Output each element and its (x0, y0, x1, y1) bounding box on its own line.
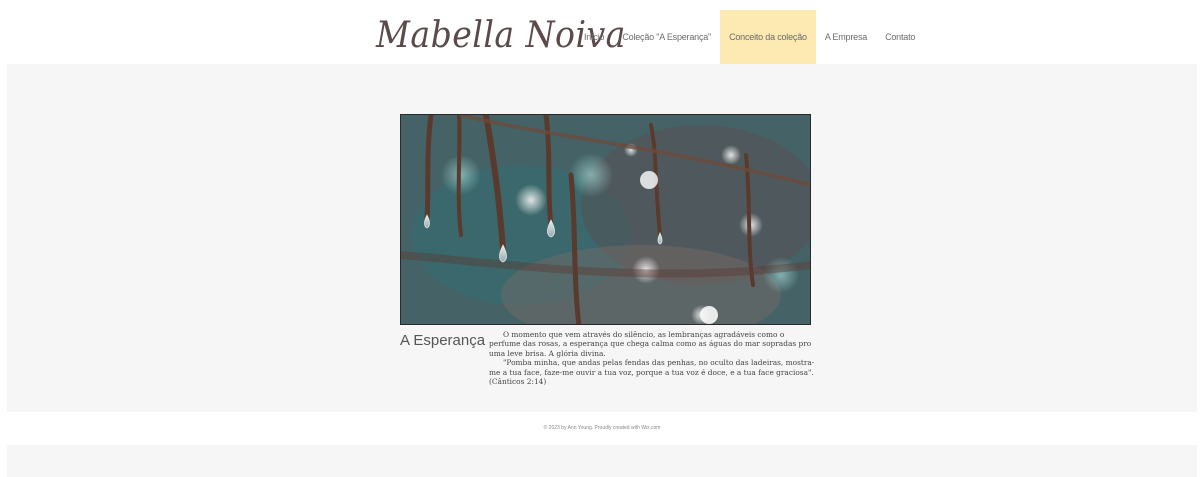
hero-photo (400, 114, 811, 325)
nav-item-contato[interactable]: Contato (876, 10, 924, 64)
water-drops-image (401, 115, 810, 324)
footer-copyright: © 2023 by Ann Young. Proudly created wit… (543, 425, 661, 431)
main-nav: Início Coleção "A Esperança" Conceito da… (575, 10, 924, 64)
nav-item-empresa[interactable]: A Empresa (816, 10, 876, 64)
site-header: Mabella Noiva Início Coleção "A Esperanç… (0, 10, 1204, 64)
page: Mabella Noiva Início Coleção "A Esperanç… (0, 0, 1204, 477)
section-title: A Esperança (400, 332, 486, 349)
description-paragraph-2: "Pomba minha, que andas pelas fendas das… (489, 358, 815, 387)
site-footer: © 2023 by Ann Young. Proudly created wit… (7, 412, 1197, 445)
collection-description: O momento que vem através do silêncio, a… (489, 330, 817, 386)
nav-item-conceito[interactable]: Conceito da coleção (720, 10, 816, 64)
bottom-strip (7, 445, 1197, 477)
description-paragraph-1: O momento que vem através do silêncio, a… (489, 330, 812, 358)
nav-item-colecao[interactable]: Coleção "A Esperança" (613, 10, 720, 64)
main-content: A Esperança O momento que vem através do… (7, 64, 1197, 412)
nav-item-inicio[interactable]: Início (575, 10, 613, 64)
